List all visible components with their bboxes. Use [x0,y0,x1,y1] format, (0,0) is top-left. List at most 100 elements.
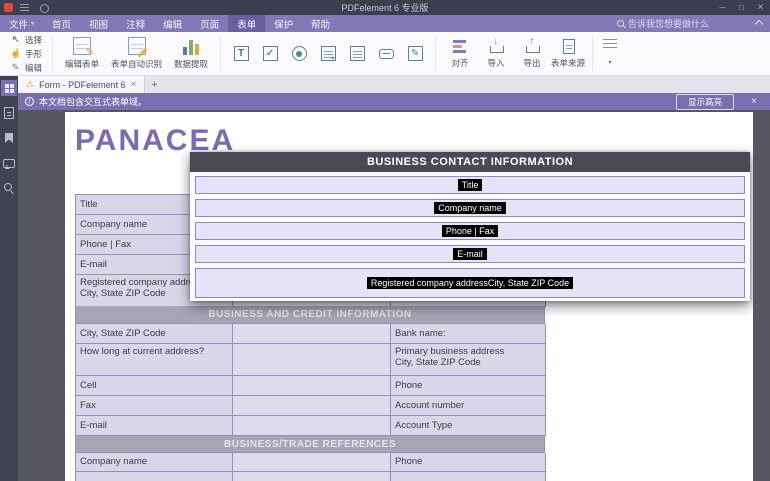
cursor-icon [10,34,21,45]
table-label: Account number [391,396,546,416]
table-label: Company name [76,453,233,472]
data-extraction-icon [182,37,200,55]
menu-comment[interactable]: 注释 [117,15,154,32]
collapse-ribbon-icon[interactable] [755,19,763,27]
form-recognition-icon [128,37,146,55]
form-field-email[interactable]: E-mail [195,245,745,263]
table-label: Bank name: [391,324,546,344]
panel-title: BUSINESS CONTACT INFORMATION [190,152,750,172]
form-input-cell[interactable] [233,416,391,436]
search-box[interactable] [617,19,738,29]
trade-table: Company namePhone Address [75,453,545,481]
quick-access-menu-icon[interactable] [18,2,32,13]
form-ribbon: 选择 手形 编辑 编辑表单 表单自动识别 数据提取 对齐 [0,32,770,76]
minimize-icon [720,3,726,12]
new-tab-button[interactable] [145,76,163,93]
combo-box-tool[interactable] [318,43,338,65]
notification-close-icon[interactable] [751,96,757,107]
credit-table: City, State ZIP CodeBank name: How long … [75,324,545,436]
list-box-icon [350,46,365,61]
table-label: Cell [76,376,233,396]
window-title: PDFelement 6 专业版 [341,1,428,14]
notification-message: 本文档包含交互式表单域。 [39,95,147,108]
edit-tool[interactable]: 编辑 [10,61,42,74]
import-button[interactable]: 导入 [478,38,514,69]
table-label [391,472,546,481]
form-input-cell[interactable] [233,396,391,416]
radio-button-tool[interactable] [289,43,309,65]
search-icon [617,20,624,27]
hand-tool[interactable]: 手形 [10,47,42,60]
table-label: City, State ZIP Code [76,324,233,344]
menu-page[interactable]: 页面 [191,15,228,32]
close-button[interactable] [751,0,770,15]
quick-access-icon[interactable] [37,2,51,13]
ribbon-divider [435,37,436,71]
warning-icon [26,79,34,90]
chevron-down-icon [609,51,612,69]
ribbon-divider [52,37,53,71]
pdf-page: PANACEA Title Company name Phone | Fax E… [65,112,753,481]
table-label: Phone [391,376,546,396]
menu-help[interactable]: 帮助 [302,15,339,32]
menu-home[interactable]: 首页 [43,15,80,32]
app-icon [4,3,13,12]
sidebar-item-bookmarks[interactable] [1,130,17,146]
export-icon [524,38,540,54]
export-button[interactable]: 导出 [514,38,550,69]
list-box-tool[interactable] [347,43,367,65]
search-input[interactable] [628,19,738,29]
form-source-button[interactable]: 表单来源 [550,38,586,69]
sidebar-item-thumbnails[interactable] [1,105,17,121]
highlight-fields-button[interactable]: 显示高亮 [676,94,734,110]
edit-form-icon [73,37,91,55]
tab-title: Form - PDFelement 6 [39,80,126,90]
section-header-credit: BUSINESS AND CREDIT INFORMATION [75,306,545,324]
form-input-cell[interactable] [233,376,391,396]
form-field-address[interactable]: Registered company addressCity, State ZI… [195,268,745,298]
data-extraction-button[interactable]: 数据提取 [168,37,214,70]
field-tooltip: Registered company addressCity, State ZI… [367,277,573,290]
form-input-cell[interactable] [233,453,391,472]
tab-close-icon[interactable] [131,79,137,90]
form-field-company-name[interactable]: Company name [195,199,745,217]
menubar: 文件 首页 视图 注释 编辑 页面 表单 保护 帮助 [0,15,770,32]
edit-form-button[interactable]: 编辑表单 [59,37,105,70]
notification-bar: 本文档包含交互式表单域。 显示高亮 [18,93,770,110]
sidebar-item-dashboard[interactable] [1,80,17,96]
radio-button-icon [292,46,307,61]
menu-edit[interactable]: 编辑 [154,15,191,32]
form-recognition-button[interactable]: 表单自动识别 [105,37,168,70]
align-icon [452,38,468,54]
sidebar-item-comments[interactable] [1,155,17,171]
digital-signature-tool[interactable] [405,43,425,65]
select-tool[interactable]: 选择 [10,33,42,46]
maximize-button[interactable] [732,0,751,15]
table-label: Fax [76,396,233,416]
form-field-title[interactable]: Title [195,176,745,194]
menu-form[interactable]: 表单 [228,15,265,32]
form-input-cell[interactable] [233,472,391,481]
left-sidebar [0,76,18,481]
field-tooltip: E-mail [453,248,487,261]
info-icon [25,97,34,106]
form-input-cell[interactable] [233,344,391,376]
more-fields-dropdown[interactable] [599,39,621,69]
form-input-cell[interactable] [233,324,391,344]
form-field-phone-fax[interactable]: Phone | Fax [195,222,745,240]
menu-view[interactable]: 视图 [80,15,117,32]
sidebar-item-search[interactable] [1,180,17,196]
signature-icon [408,46,423,61]
menu-file[interactable]: 文件 [0,15,43,32]
table-label: Account Type [391,416,546,436]
push-button-tool[interactable] [376,43,396,65]
ribbon-divider [592,37,593,71]
menu-protect[interactable]: 保护 [265,15,302,32]
text-field-tool[interactable] [231,43,251,65]
table-label: Address [76,472,233,481]
document-tab[interactable]: Form - PDFelement 6 [18,76,145,93]
check-box-tool[interactable] [260,43,280,65]
minimize-button[interactable] [713,0,732,15]
align-button[interactable]: 对齐 [442,38,478,69]
list-icon [603,39,617,50]
